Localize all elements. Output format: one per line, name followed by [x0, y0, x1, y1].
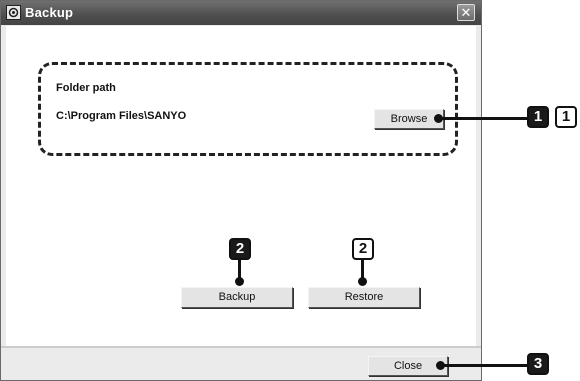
- divider: [1, 346, 481, 348]
- callout-line-restore: [361, 259, 364, 279]
- callout-badge-1-dark: 1: [527, 106, 549, 128]
- callout-badge-2-restore: 2: [352, 238, 374, 260]
- callout-badge-2-backup: 2: [229, 238, 251, 260]
- backup-window: Backup ✕: [0, 0, 482, 381]
- callout-badge-3: 3: [527, 353, 549, 375]
- callout-badge-1-light: 1: [555, 106, 577, 128]
- title-bar: Backup ✕: [1, 1, 481, 25]
- callout-dot-restore: [358, 277, 367, 286]
- folder-path-label: Folder path: [56, 82, 116, 94]
- callout-dot-backup: [235, 277, 244, 286]
- close-icon[interactable]: ✕: [457, 4, 475, 21]
- restore-button[interactable]: Restore: [308, 287, 420, 308]
- window-title: Backup: [25, 5, 74, 20]
- backup-button[interactable]: Backup: [181, 287, 293, 308]
- folder-path-value: C:\Program Files\SANYO: [56, 110, 187, 122]
- app-icon: [6, 5, 21, 20]
- callout-line-close: [442, 364, 528, 367]
- callout-line-backup: [238, 259, 241, 279]
- callout-line-browse: [440, 117, 528, 120]
